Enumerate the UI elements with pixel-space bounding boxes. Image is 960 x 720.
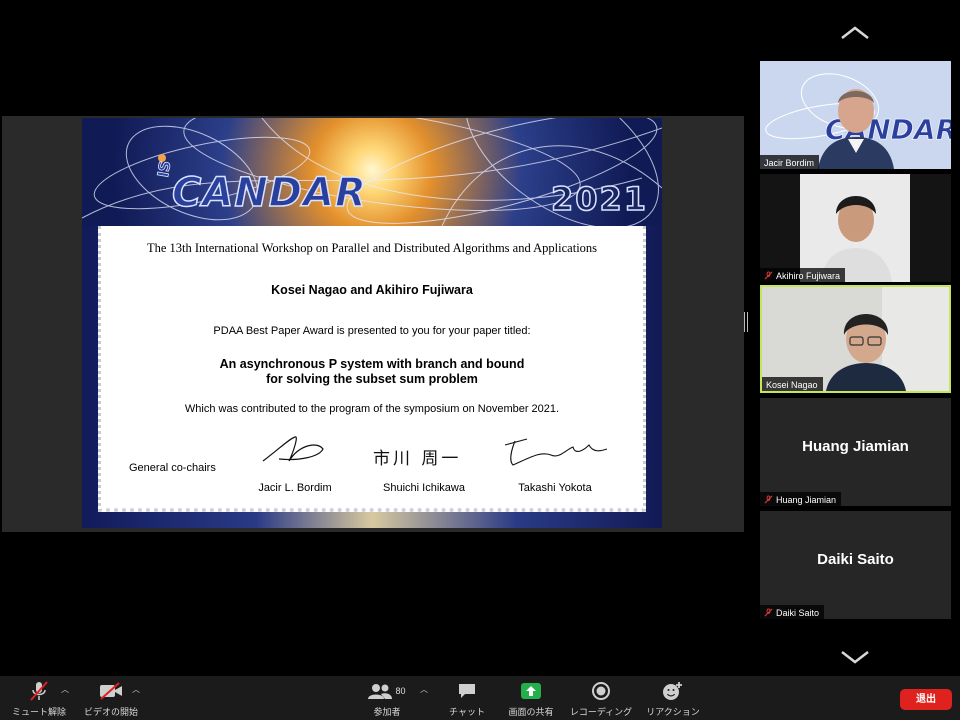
participant-name-label: Akihiro Fujiwara (760, 268, 846, 282)
signer-name-1: Jacir L. Bordim (258, 482, 332, 494)
share-screen-button[interactable]: 画面の共有 (496, 680, 566, 718)
share-screen-label: 画面の共有 (508, 707, 554, 717)
participant-name: Huang Jiamian (776, 494, 837, 505)
participant-name: Akihiro Fujiwara (776, 270, 841, 281)
contribution-statement: Which was contributed to the program of … (184, 403, 560, 415)
share-screen-icon (521, 683, 541, 699)
participants-label: 参加者 (373, 707, 401, 717)
participant-name-display: Huang Jiamian (802, 438, 909, 455)
chat-icon (459, 684, 475, 698)
chat-label: チャット (449, 707, 485, 717)
signature-yokota (504, 438, 608, 466)
recording-label: レコーディング (569, 707, 633, 717)
meeting-toolbar: ミュート解除 ︿ ビデオの開始 ︿ 80 参加者 ︿ チャット 画面の共有 レコ… (0, 676, 960, 720)
award-statement: PDAA Best Paper Award is presented to yo… (213, 325, 531, 337)
signer-name-3: Takashi Yokota (518, 482, 592, 494)
participant-tile-jacir-bordim[interactable]: CANDAR Jacir Bordim (760, 61, 951, 169)
workshop-title: The 13th International Workshop on Paral… (146, 241, 598, 255)
participants-count: 80 (395, 686, 406, 696)
participant-tile-huang-jiamian[interactable]: Huang Jiamian Huang Jiamian (760, 398, 951, 506)
video-feed-akihiro (760, 174, 951, 282)
chat-button[interactable]: チャット (432, 680, 502, 718)
participant-name-label: Jacir Bordim (760, 155, 820, 169)
muted-mic-icon (30, 681, 48, 701)
participant-name-label: Daiki Saito (760, 605, 825, 619)
muted-mic-icon (764, 608, 773, 617)
participant-name: Jacir Bordim (764, 157, 815, 168)
participant-name: Daiki Saito (776, 607, 820, 618)
chevron-down-icon[interactable] (838, 646, 872, 668)
reaction-emoji-icon (663, 682, 682, 700)
reactions-label: リアクション (646, 707, 700, 717)
chevron-up-icon[interactable] (838, 22, 872, 44)
start-video-label: ビデオの開始 (83, 707, 138, 717)
participant-name-display: Daiki Saito (817, 551, 894, 568)
participants-options-caret[interactable]: ︿ (420, 684, 428, 695)
video-options-caret[interactable]: ︿ (132, 684, 140, 695)
award-recipients: Kosei Nagao and Akihiro Fujiwara (271, 283, 473, 297)
signature-bordim (262, 436, 324, 462)
leave-meeting-button[interactable]: 退出 (900, 689, 952, 710)
certificate-year: 2021 (550, 179, 648, 219)
participant-tile-akihiro-fujiwara[interactable]: Akihiro Fujiwara (760, 174, 951, 282)
participants-button[interactable]: 80 参加者 (352, 680, 422, 718)
muted-mic-icon (764, 495, 773, 504)
participant-tile-kosei-nagao[interactable]: Kosei Nagao (760, 285, 951, 393)
panel-resize-handle[interactable] (744, 312, 748, 332)
candar-logo: CANDAR (171, 169, 367, 217)
audio-options-caret[interactable]: ︿ (61, 684, 69, 695)
certificate: IS CANDAR 2021 The 13th International Wo… (82, 118, 662, 528)
certificate-banner: IS CANDAR 2021 (82, 118, 662, 226)
paper-title-line-1: An asynchronous P system with branch and… (219, 357, 525, 371)
certificate-body: The 13th International Workshop on Paral… (98, 226, 646, 512)
unmute-label: ミュート解除 (11, 707, 66, 717)
signer-name-2: Shuichi Ichikawa (383, 482, 465, 494)
video-feed-jacir: CANDAR (760, 61, 951, 169)
participant-name-label: Kosei Nagao (762, 377, 823, 391)
reactions-button[interactable]: リアクション (638, 680, 708, 718)
video-off-icon (100, 682, 122, 700)
signature-ichikawa: 市川 周一 (373, 449, 462, 469)
participant-name-label: Huang Jiamian (760, 492, 842, 506)
participant-name: Kosei Nagao (766, 379, 818, 390)
participant-tile-daiki-saito[interactable]: Daiki Saito Daiki Saito (760, 511, 951, 619)
muted-mic-icon (764, 271, 773, 280)
video-feed-kosei (762, 287, 949, 391)
recording-button[interactable]: レコーディング (566, 680, 636, 718)
record-icon (592, 682, 610, 700)
participants-icon (368, 684, 393, 699)
paper-title-line-2: for solving the subset sum problem (266, 372, 478, 386)
cochairs-label: General co-chairs (129, 462, 216, 474)
